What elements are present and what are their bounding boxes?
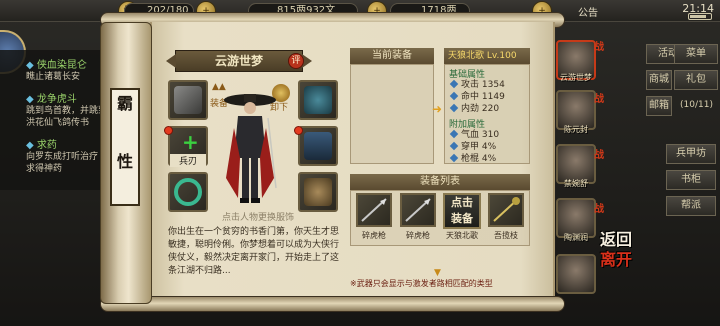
battle-flag-icon: 战 [594, 150, 604, 161]
equip-list-item[interactable] [356, 193, 392, 227]
equip-list-item-name: 碎虎枪 [406, 231, 430, 240]
stat-row: 命中 1149 [449, 91, 505, 103]
quest-marker-icon: ◆ [26, 140, 34, 151]
attribute-char: 霸 [116, 94, 133, 113]
figure-hint: 点击人物更换服饰 [221, 213, 294, 223]
notification-dot [294, 126, 303, 135]
equip-list-item[interactable] [400, 193, 436, 227]
mail-count: (10/11) [680, 100, 713, 110]
equip-slot-ring[interactable] [168, 172, 208, 212]
notice-link[interactable]: 公告 [578, 4, 598, 19]
robe-icon [304, 132, 332, 160]
shop-button[interactable]: 商城 [646, 70, 672, 90]
roster-name: 禁婉舒 [564, 179, 588, 188]
scroll-down-icon[interactable]: ▼ [434, 268, 441, 278]
basic-stats-header: 基础属性 [449, 70, 486, 80]
roster-name: 陈元封 [564, 125, 588, 134]
quest-marker-icon: ◆ [26, 94, 34, 105]
equip-list-item-name: 吾揽枝 [494, 231, 518, 240]
roster-name: 云游世梦 [560, 73, 592, 82]
battle-flag-icon: 战 [594, 42, 604, 53]
weapon-slot-label: 兵刃 [170, 154, 206, 167]
equip-button-line: 装备 [451, 212, 473, 225]
stat-row: 穿甲 4% [449, 141, 496, 153]
equip-slot-weapon[interactable]: + 兵刃 [168, 126, 208, 167]
guild-button[interactable]: 帮派 [666, 196, 716, 216]
mail-button[interactable]: 邮箱 [646, 96, 672, 116]
stat-row: 气血 310 [449, 129, 499, 141]
battle-flag-icon: 战 [594, 204, 604, 215]
armory-button[interactable]: 兵甲坊 [666, 144, 716, 164]
battery-icon [688, 13, 712, 20]
stat-row: 枪棍 4% [449, 153, 496, 165]
compare-arrow-icon: ➜ [432, 102, 443, 116]
character-figure[interactable] [220, 88, 280, 208]
amulet-icon [304, 178, 332, 206]
bookshelf-button[interactable]: 书柜 [666, 170, 716, 190]
stat-row: 攻击 1354 [449, 79, 505, 91]
roster-avatar[interactable] [556, 254, 596, 294]
evaluate-button[interactable]: 评 [288, 53, 304, 69]
item-title: 天狼北歌 Lv.100 [444, 48, 530, 64]
extra-stats-header: 附加属性 [449, 120, 486, 130]
equip-list-title: 装备列表 [350, 174, 530, 190]
battle-flag-icon: 战 [594, 94, 604, 105]
equip-list-item-name: 碎虎枪 [362, 231, 386, 240]
roster-name: 陶渊润 [564, 233, 588, 242]
current-equip-title: 当前装备 [350, 48, 434, 64]
equip-button-line: 点击 [451, 196, 473, 209]
spear-icon [361, 198, 387, 222]
hat-icon [304, 86, 332, 114]
stat-row: 内劲 220 [449, 103, 499, 115]
attribute-char: 性 [116, 152, 133, 171]
character-name: 云游世梦 [166, 50, 312, 72]
equip-slot-armor[interactable] [168, 80, 208, 120]
equip-list-item[interactable] [488, 193, 524, 227]
gift-button[interactable]: 礼包 [674, 70, 718, 90]
stats-panel: 基础属性 攻击 1354 命中 1149 内劲 220 附加属性 气血 310 … [444, 64, 530, 164]
back-button[interactable]: 返回 离开 [600, 230, 640, 300]
add-icon: + [182, 130, 199, 154]
notification-dot [164, 126, 173, 135]
equip-slot-hat[interactable] [298, 80, 338, 120]
menu-button[interactable]: 菜单 [674, 44, 718, 64]
equip-footnote: ※武器只会显示与激发者路相匹配的类型 [350, 279, 493, 288]
equip-slot-robe[interactable] [298, 126, 338, 166]
current-equip-box [350, 64, 434, 164]
staff-icon [493, 197, 520, 222]
attribute-label: 霸 性 [110, 88, 140, 206]
scroll-bottom-roller [100, 296, 565, 312]
quest-marker-icon: ◆ [26, 60, 34, 71]
ring-icon [174, 178, 202, 206]
back-button-sublabel: 离开 [600, 250, 633, 269]
equip-slot-amulet[interactable] [298, 172, 338, 212]
back-button-label: 返回 [600, 230, 633, 249]
character-description: 你出生在一个贫穷的书香门第，你天生才思敏捷，聪明伶俐。你梦想着可以成为大侠行侠仗… [168, 227, 340, 276]
equip-button[interactable]: 点击 装备 [443, 193, 481, 229]
spear-icon [405, 198, 431, 222]
armor-icon [174, 86, 202, 114]
equip-list-item-name: 天狼北歌 [446, 231, 478, 240]
